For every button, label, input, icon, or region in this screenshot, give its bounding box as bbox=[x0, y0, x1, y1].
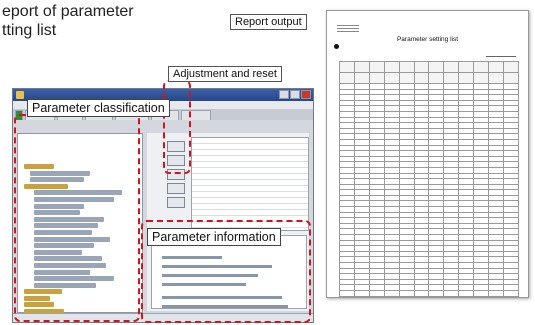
report-title: Parameter setting list bbox=[396, 36, 459, 43]
page-heading: eport of parameter tting list bbox=[0, 2, 200, 40]
parameter-grid[interactable] bbox=[191, 137, 309, 231]
app-icon bbox=[16, 91, 24, 99]
report-sheet: Parameter setting list bbox=[326, 10, 529, 298]
report-header-block bbox=[337, 25, 359, 33]
report-table bbox=[339, 61, 520, 297]
parameter-information-label: Parameter information bbox=[147, 228, 281, 246]
report-rule bbox=[486, 56, 516, 57]
minimize-icon[interactable] bbox=[279, 90, 289, 99]
report-table-row bbox=[339, 72, 520, 84]
report-table-row bbox=[339, 295, 520, 297]
heading-line-1: eport of parameter bbox=[2, 3, 134, 20]
adjustment-reset-label: Adjustment and reset bbox=[168, 66, 282, 82]
adjustment-reset-highlight bbox=[163, 80, 191, 174]
adjust-button-4[interactable] bbox=[167, 183, 185, 194]
maximize-icon[interactable] bbox=[290, 90, 300, 99]
reset-button[interactable] bbox=[167, 197, 185, 208]
heading-line-2: tting list bbox=[2, 22, 57, 39]
window-controls bbox=[279, 90, 311, 99]
close-icon[interactable] bbox=[301, 90, 311, 99]
parameter-classification-label: Parameter classification bbox=[27, 99, 170, 117]
report-table-row bbox=[339, 61, 520, 73]
bullet-icon bbox=[334, 44, 339, 49]
report-output-label: Report output bbox=[230, 14, 307, 30]
parameter-classification-highlight bbox=[14, 114, 140, 322]
